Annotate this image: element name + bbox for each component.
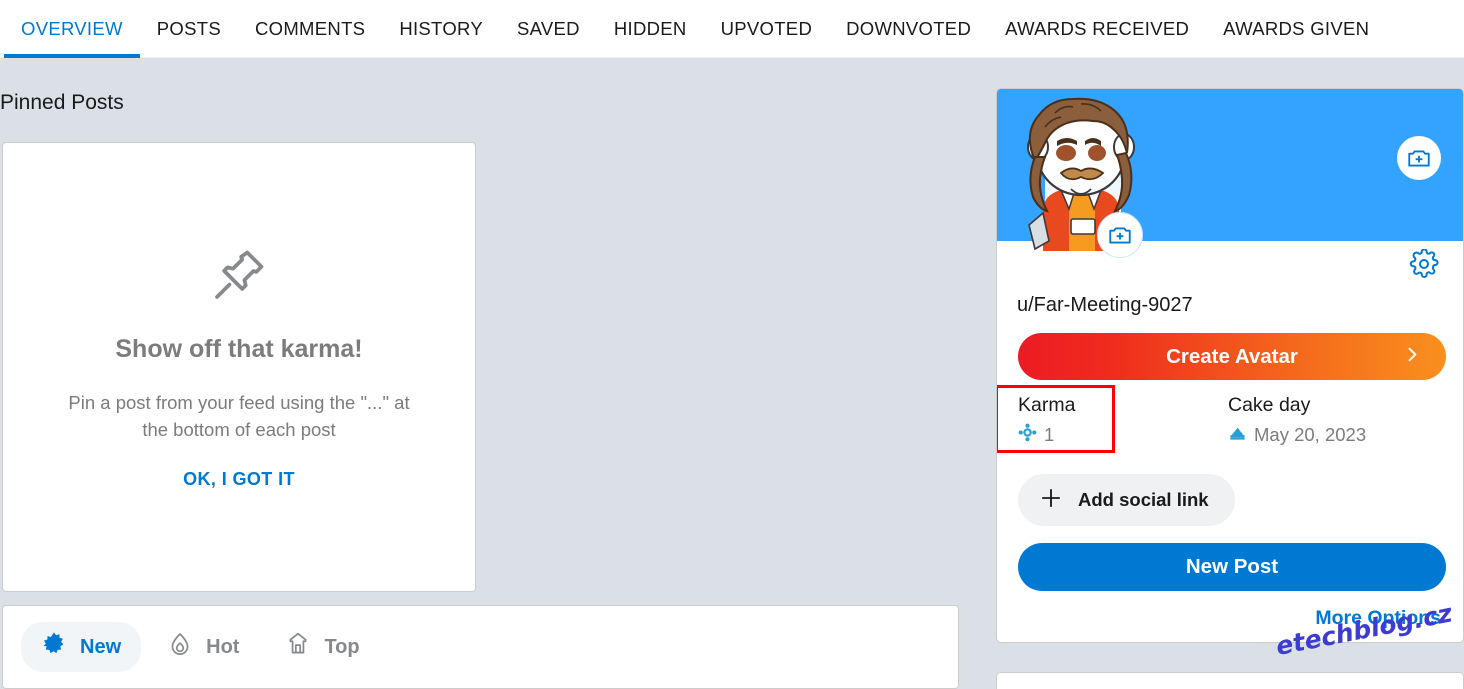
pinned-card-subtitle: Pin a post from your feed using the "...… xyxy=(68,391,410,440)
add-social-link-label: Add social link xyxy=(1078,489,1209,510)
tab-label: HIDDEN xyxy=(613,17,687,39)
tab-awards-received[interactable]: AWARDS RECEIVED xyxy=(988,0,1206,58)
pinned-card-title: Show off that karma! xyxy=(115,334,363,363)
tab-hidden[interactable]: HIDDEN xyxy=(597,0,704,58)
tab-label: OVERVIEW xyxy=(21,17,123,39)
tab-label: SAVED xyxy=(516,17,580,39)
sort-hot-button[interactable]: Hot xyxy=(147,622,259,672)
sort-new-button[interactable]: New xyxy=(21,622,142,672)
stat-value-row: 1 xyxy=(1018,423,1228,447)
post-sort-bar: New Hot Top xyxy=(2,605,959,689)
tab-upvoted[interactable]: UPVOTED xyxy=(704,0,830,58)
cake-day-value: May 20, 2023 xyxy=(1254,424,1367,445)
plus-icon xyxy=(1038,485,1064,516)
stat-karma: Karma 1 xyxy=(1018,394,1228,447)
new-post-label: New Post xyxy=(1185,555,1279,578)
tab-comments[interactable]: COMMENTS xyxy=(238,0,382,58)
cake-icon xyxy=(1228,423,1247,447)
tab-saved[interactable]: SAVED xyxy=(500,0,597,58)
add-social-link-button[interactable]: Add social link xyxy=(1018,474,1235,526)
tab-awards-given[interactable]: AWARDS GIVEN xyxy=(1206,0,1386,58)
pinned-posts-empty-card: Show off that karma! Pin a post from you… xyxy=(2,142,476,592)
stat-value-row: May 20, 2023 xyxy=(1228,423,1438,447)
new-post-button[interactable]: New Post xyxy=(1018,543,1446,591)
tab-label: AWARDS RECEIVED xyxy=(1005,17,1190,39)
karma-icon xyxy=(1018,423,1037,447)
tab-posts[interactable]: POSTS xyxy=(140,0,238,58)
karma-value: 1 xyxy=(1044,424,1055,445)
profile-card: u/Far-Meeting-9027 Create Avatar Karma 1… xyxy=(996,88,1464,643)
ok-i-got-it-button[interactable]: OK, I GOT IT xyxy=(183,469,295,490)
stat-label: Cake day xyxy=(1228,394,1311,416)
tab-overview[interactable]: OVERVIEW xyxy=(4,0,140,58)
username-label: u/Far-Meeting-9027 xyxy=(1017,294,1193,316)
sidebar-secondary-card xyxy=(996,672,1464,689)
sort-label: Top xyxy=(324,635,360,658)
profile-stats: Karma 1 Cake day May 20, 2023 xyxy=(1018,394,1448,447)
pin-icon xyxy=(208,244,270,311)
tab-downvoted[interactable]: DOWNVOTED xyxy=(829,0,988,58)
tab-history[interactable]: HISTORY xyxy=(382,0,500,58)
banner-camera-plus-icon[interactable] xyxy=(1397,136,1441,180)
gear-icon[interactable] xyxy=(1409,248,1439,284)
stat-label: Karma xyxy=(1018,394,1076,416)
sort-top-button[interactable]: Top xyxy=(265,622,379,672)
tab-label: POSTS xyxy=(156,17,221,39)
tab-label: UPVOTED xyxy=(720,17,813,39)
tab-label: HISTORY xyxy=(399,17,483,39)
sort-label: New xyxy=(80,635,122,658)
create-avatar-button[interactable]: Create Avatar xyxy=(1018,333,1446,380)
sparkle-icon xyxy=(41,631,67,663)
pinned-posts-heading: Pinned Posts xyxy=(0,91,124,114)
create-avatar-label: Create Avatar xyxy=(1166,344,1298,368)
profile-sidebar: u/Far-Meeting-9027 Create Avatar Karma 1… xyxy=(996,58,1464,689)
stat-cake-day: Cake day May 20, 2023 xyxy=(1228,394,1438,447)
sort-label: Hot xyxy=(206,635,240,658)
profile-tab-bar: OVERVIEW POSTS COMMENTS HISTORY SAVED HI… xyxy=(0,0,1464,58)
tab-label: DOWNVOTED xyxy=(846,17,972,39)
tab-label: COMMENTS xyxy=(255,17,366,39)
more-options-link[interactable]: More Options xyxy=(1315,607,1441,630)
flame-icon xyxy=(167,631,193,663)
podium-icon xyxy=(285,631,311,663)
tab-label: AWARDS GIVEN xyxy=(1223,17,1370,39)
avatar-camera-plus-icon[interactable] xyxy=(1097,212,1143,258)
main-content-column: Pinned Posts Show off that karma! Pin a … xyxy=(0,58,980,689)
chevron-right-icon xyxy=(1402,344,1422,369)
